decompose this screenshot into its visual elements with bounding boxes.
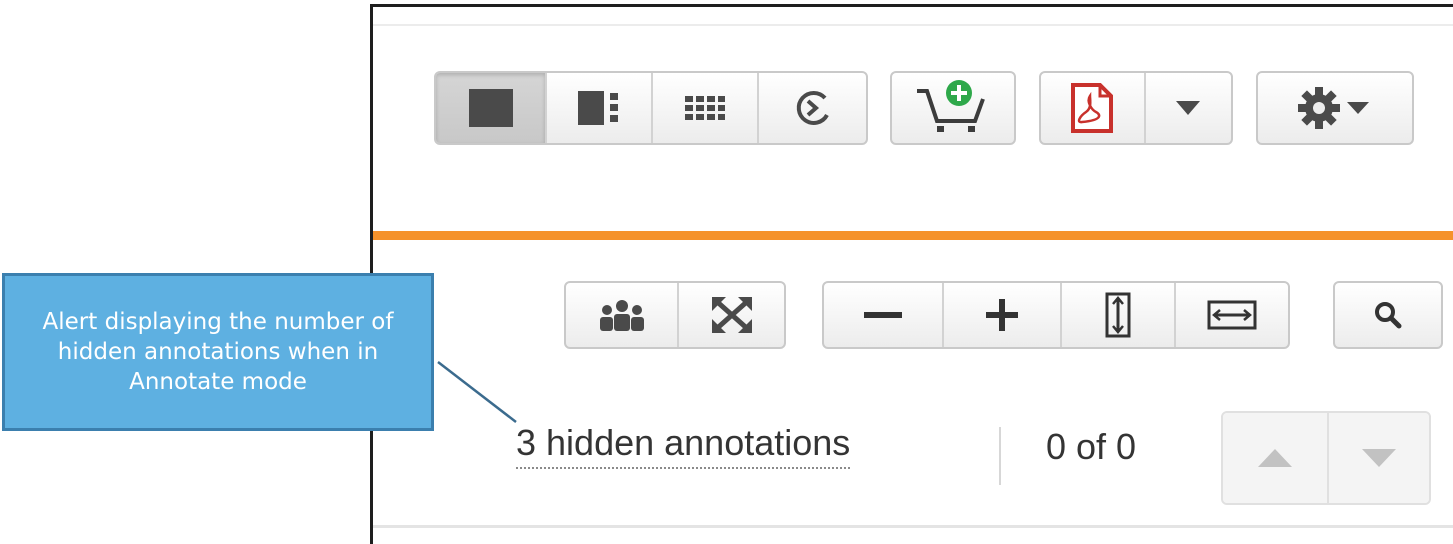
- view-mode-group: [434, 71, 868, 145]
- thumbnails-view-button[interactable]: [547, 73, 653, 143]
- search-icon: [1375, 302, 1402, 329]
- grid-view-button[interactable]: [653, 73, 759, 143]
- plus-icon: [986, 299, 1018, 331]
- callout-text: Alert displaying the number of hidden an…: [42, 309, 394, 395]
- top-divider: [373, 24, 1453, 26]
- bottom-divider: [373, 525, 1453, 528]
- fullscreen-button[interactable]: [679, 283, 784, 347]
- settings-group: [1256, 71, 1414, 145]
- annotate-mode-button[interactable]: [566, 283, 679, 347]
- caret-down-icon: [1176, 101, 1201, 115]
- search-result-count: 0 of 0: [1046, 426, 1137, 467]
- thumbnail-grid-view-icon: [685, 96, 725, 120]
- add-to-cart-button[interactable]: [892, 73, 1014, 143]
- history-button[interactable]: [759, 73, 866, 143]
- search-button[interactable]: [1335, 283, 1441, 347]
- zoom-group: [822, 281, 1290, 349]
- history-icon: [796, 90, 829, 125]
- arrow-down-icon: [1362, 449, 1396, 467]
- callout-box: Alert displaying the number of hidden an…: [2, 273, 434, 431]
- fit-height-button[interactable]: [1062, 283, 1176, 347]
- minus-icon: [864, 312, 902, 318]
- fit-width-button[interactable]: [1176, 283, 1288, 347]
- users-icon: [599, 300, 644, 331]
- annotate-group: [564, 281, 786, 349]
- fit-width-icon: [1207, 300, 1257, 330]
- expand-icon: [711, 297, 752, 333]
- pdf-options-dropdown[interactable]: [1146, 73, 1231, 143]
- pdf-group: [1039, 71, 1233, 145]
- next-result-button[interactable]: [1329, 413, 1429, 503]
- fit-height-icon: [1105, 292, 1131, 338]
- previous-result-button[interactable]: [1223, 413, 1329, 503]
- arrow-up-icon: [1258, 449, 1292, 467]
- zoom-out-button[interactable]: [824, 283, 944, 347]
- search-group: [1333, 281, 1443, 349]
- cart-group: [890, 71, 1016, 145]
- pdf-icon: [1071, 83, 1114, 133]
- export-pdf-button[interactable]: [1041, 73, 1146, 143]
- viewer-panel: 3 hidden annotations 0 of 0: [370, 4, 1453, 544]
- cart-add-icon: [917, 80, 985, 132]
- page-with-thumbnails-view-icon: [578, 91, 618, 125]
- status-separator: [999, 427, 1001, 485]
- settings-dropdown-button[interactable]: [1258, 73, 1412, 143]
- result-nav-group: [1221, 411, 1431, 505]
- single-page-view-button[interactable]: [436, 73, 547, 143]
- hidden-annotations-alert[interactable]: 3 hidden annotations: [516, 421, 851, 469]
- section-divider: [373, 231, 1453, 240]
- single-page-view-icon: [468, 89, 513, 127]
- zoom-in-button[interactable]: [944, 283, 1062, 347]
- gear-icon: [1298, 87, 1369, 129]
